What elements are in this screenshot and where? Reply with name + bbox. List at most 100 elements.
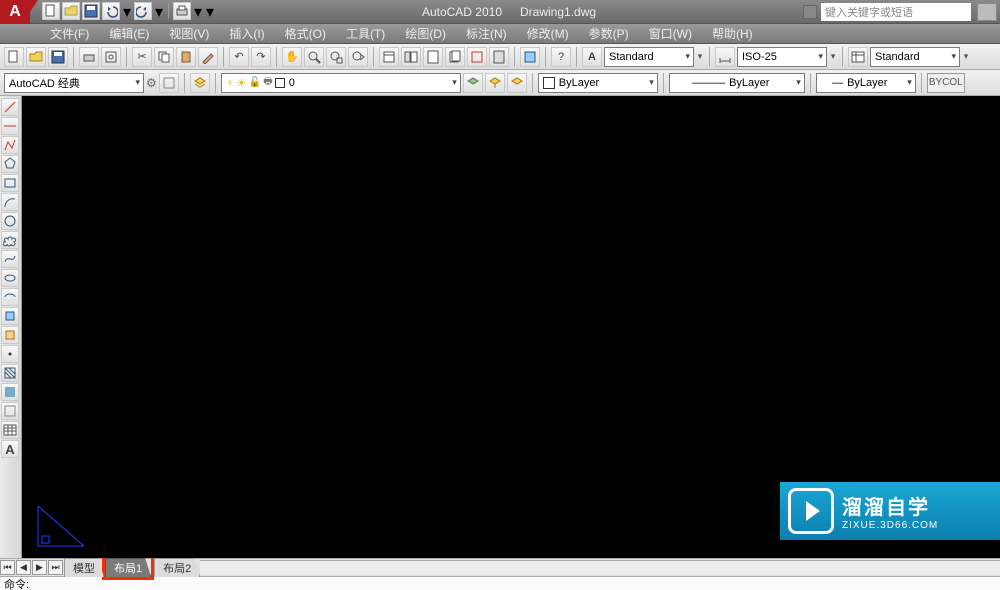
markup-icon[interactable] — [467, 47, 487, 67]
quickcalc-icon[interactable] — [489, 47, 509, 67]
sep — [223, 47, 224, 67]
tab-next-icon[interactable]: ▶ — [32, 560, 47, 575]
lineweight-dropdown[interactable]: — ByLayer — [816, 73, 916, 93]
menu-param[interactable]: 参数(P) — [579, 23, 639, 44]
paste-icon[interactable] — [176, 47, 196, 67]
layer-dropdown[interactable]: ♀ ☀ 🔓 🖶 0 — [221, 73, 461, 93]
tool-palettes-icon[interactable] — [423, 47, 443, 67]
mtext-icon[interactable]: A — [1, 440, 19, 458]
layer-prev-icon[interactable] — [485, 73, 505, 93]
hatch-icon[interactable] — [1, 364, 19, 382]
menu-file[interactable]: 文件(F) — [40, 23, 99, 44]
undo-icon[interactable] — [102, 2, 120, 20]
sep — [514, 47, 515, 67]
copy-icon[interactable] — [154, 47, 174, 67]
dimstyle-dd-chevron[interactable]: ▾ — [829, 51, 837, 62]
sep — [810, 73, 811, 93]
construction-line-icon[interactable] — [1, 117, 19, 135]
redo-dropdown-icon[interactable]: ▾ — [154, 2, 164, 22]
tablestyle-dd-chevron[interactable]: ▾ — [962, 51, 970, 62]
menu-edit[interactable]: 编辑(E) — [99, 23, 159, 44]
polyline-icon[interactable] — [1, 136, 19, 154]
polygon-icon[interactable] — [1, 155, 19, 173]
workspace-settings-icon[interactable] — [159, 73, 179, 93]
save-icon[interactable] — [82, 2, 100, 20]
point-icon[interactable] — [1, 345, 19, 363]
menu-window[interactable]: 窗口(W) — [639, 23, 702, 44]
tab-first-icon[interactable]: ⏮ — [0, 560, 15, 575]
designcenter-icon[interactable] — [401, 47, 421, 67]
plot-preview-icon[interactable] — [101, 47, 121, 67]
redo-icon[interactable] — [134, 2, 152, 20]
menu-format[interactable]: 格式(O) — [275, 23, 336, 44]
layer-prop-manager-icon[interactable] — [190, 73, 210, 93]
print-dropdown-icon[interactable]: ▾ — [193, 2, 203, 22]
region-icon[interactable] — [1, 402, 19, 420]
open-file-icon[interactable] — [62, 2, 80, 20]
tablestyle-dropdown[interactable]: Standard — [870, 47, 960, 67]
ellipse-icon[interactable] — [1, 269, 19, 287]
tab-layout1[interactable]: 布局1 — [105, 558, 151, 577]
ellipse-arc-icon[interactable] — [1, 288, 19, 306]
infocenter-icon[interactable] — [977, 3, 997, 21]
workspace-gear-icon[interactable]: ⚙ — [146, 76, 157, 90]
pan-icon[interactable]: ✋ — [282, 47, 302, 67]
spline-icon[interactable] — [1, 250, 19, 268]
drawing-canvas[interactable]: 溜溜自学 ZIXUE.3D66.COM — [22, 96, 1000, 558]
linetype-dropdown[interactable]: ——— ByLayer — [669, 73, 805, 93]
layer-states-icon[interactable] — [463, 73, 483, 93]
tab-model[interactable]: 模型 — [64, 558, 104, 577]
layer-iso-icon[interactable] — [507, 73, 527, 93]
textstyle-dd-chevron[interactable]: ▾ — [696, 51, 704, 62]
circle-icon[interactable] — [1, 212, 19, 230]
menu-help[interactable]: 帮助(H) — [702, 23, 763, 44]
rectangle-icon[interactable] — [1, 174, 19, 192]
save-icon-2[interactable] — [48, 47, 68, 67]
matchprop-icon[interactable] — [198, 47, 218, 67]
textstyle-dropdown[interactable]: Standard — [604, 47, 694, 67]
search-input[interactable]: 键入关键字或短语 — [821, 3, 971, 21]
textstyle-a-icon[interactable]: A — [582, 47, 602, 67]
menu-dim[interactable]: 标注(N) — [456, 23, 517, 44]
tab-layout2[interactable]: 布局2 — [154, 558, 200, 577]
menu-modify[interactable]: 修改(M) — [517, 23, 579, 44]
new-icon[interactable] — [4, 47, 24, 67]
help-icon[interactable]: ? — [551, 47, 571, 67]
plot-icon[interactable] — [79, 47, 99, 67]
table-icon[interactable] — [1, 421, 19, 439]
undo-icon-2[interactable]: ↶ — [229, 47, 249, 67]
block-editor-icon[interactable] — [520, 47, 540, 67]
menu-insert[interactable]: 插入(I) — [219, 23, 274, 44]
zoom-prev-icon[interactable] — [348, 47, 368, 67]
cut-icon[interactable]: ✂ — [132, 47, 152, 67]
search-prev-icon[interactable] — [803, 5, 817, 19]
redo-icon-2[interactable]: ↷ — [251, 47, 271, 67]
qat-more-dropdown-icon[interactable]: ▾ — [205, 2, 215, 22]
app-logo[interactable]: A — [0, 0, 30, 24]
tablestyle-icon[interactable] — [848, 47, 868, 67]
sheetset-icon[interactable] — [445, 47, 465, 67]
gradient-icon[interactable] — [1, 383, 19, 401]
make-block-icon[interactable] — [1, 326, 19, 344]
menu-draw[interactable]: 绘图(D) — [395, 23, 456, 44]
menu-tools[interactable]: 工具(T) — [336, 23, 395, 44]
dimstyle-dropdown[interactable]: ISO-25 — [737, 47, 827, 67]
line-icon[interactable] — [1, 98, 19, 116]
dimstyle-icon[interactable] — [715, 47, 735, 67]
zoom-realtime-icon[interactable] — [304, 47, 324, 67]
plotstyle-box[interactable]: BYCOL — [927, 73, 965, 93]
print-icon[interactable] — [173, 2, 191, 20]
zoom-window-icon[interactable] — [326, 47, 346, 67]
arc-icon[interactable] — [1, 193, 19, 211]
new-file-icon[interactable] — [42, 2, 60, 20]
tab-last-icon[interactable]: ⏭ — [48, 560, 63, 575]
workspace-dropdown[interactable]: AutoCAD 经典 — [4, 73, 144, 93]
insert-block-icon[interactable] — [1, 307, 19, 325]
revcloud-icon[interactable] — [1, 231, 19, 249]
color-dropdown[interactable]: ByLayer — [538, 73, 658, 93]
undo-dropdown-icon[interactable]: ▾ — [122, 2, 132, 22]
tab-prev-icon[interactable]: ◀ — [16, 560, 31, 575]
properties-icon[interactable] — [379, 47, 399, 67]
menu-view[interactable]: 视图(V) — [159, 23, 219, 44]
open-icon[interactable] — [26, 47, 46, 67]
